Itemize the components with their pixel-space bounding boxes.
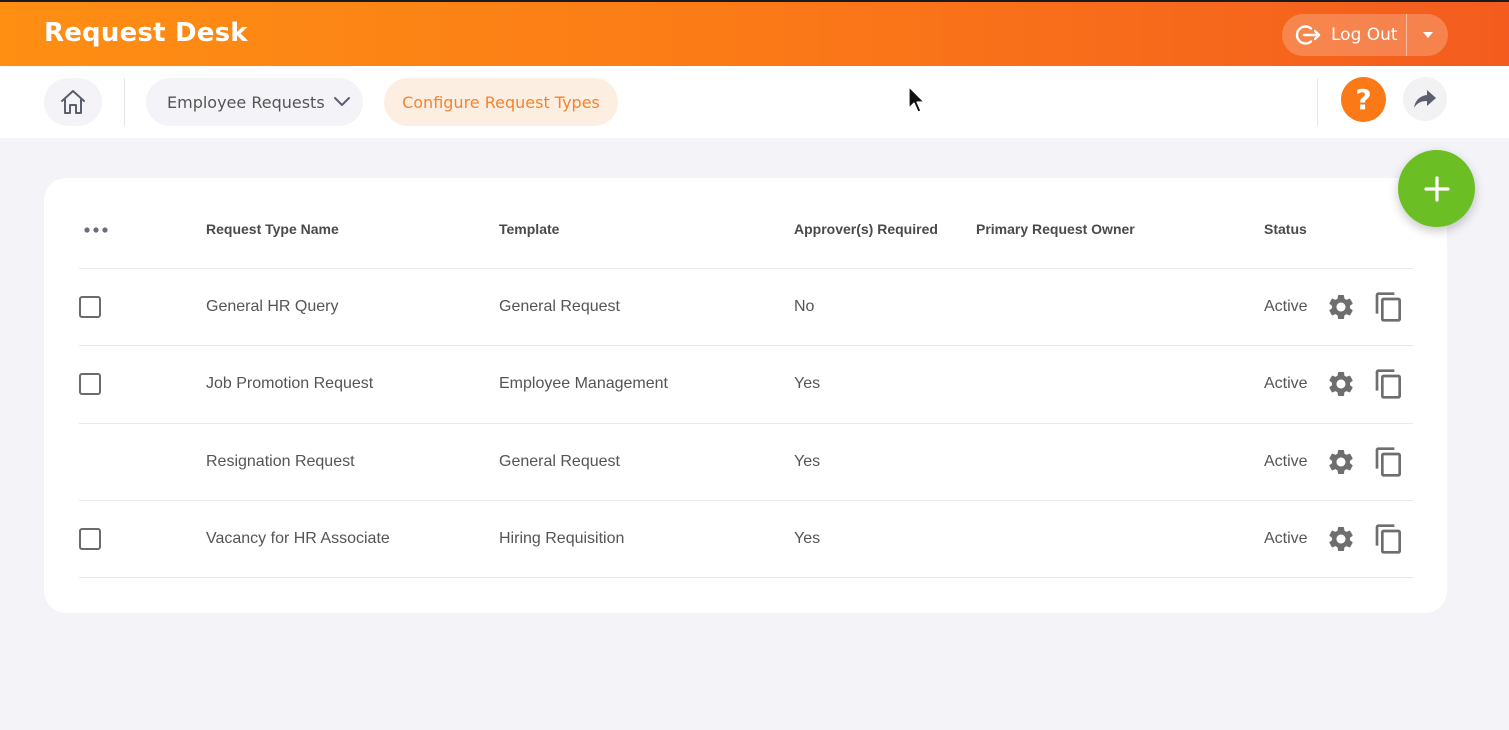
gear-icon[interactable] — [1326, 447, 1356, 477]
row-approver: Yes — [794, 530, 821, 547]
gear-icon[interactable] — [1326, 292, 1356, 322]
logout-group: Log Out — [1282, 14, 1448, 56]
share-arrow-icon — [1414, 90, 1436, 108]
row-name: General HR Query — [206, 298, 339, 315]
column-header-name[interactable]: Request Type Name — [206, 221, 339, 237]
row-checkbox[interactable] — [79, 528, 101, 550]
home-icon — [61, 90, 85, 114]
row-divider — [79, 577, 1413, 578]
logout-label: Log Out — [1331, 25, 1398, 45]
gear-icon[interactable] — [1326, 524, 1356, 554]
plus-icon — [1423, 175, 1450, 202]
row-template: Employee Management — [499, 375, 668, 392]
header-divider — [79, 268, 1413, 269]
row-approver: No — [794, 298, 815, 315]
logout-menu-toggle[interactable] — [1407, 14, 1448, 56]
config-label: Configure Request Types — [402, 92, 600, 112]
logout-button[interactable]: Log Out — [1282, 14, 1406, 56]
column-header-owner[interactable]: Primary Request Owner — [976, 221, 1135, 237]
gear-icon[interactable] — [1326, 369, 1356, 399]
row-template: Hiring Requisition — [499, 530, 625, 547]
nav-separator — [124, 78, 125, 126]
column-header-status[interactable]: Status — [1264, 221, 1307, 237]
logout-icon — [1295, 25, 1321, 45]
row-name: Resignation Request — [206, 453, 355, 470]
row-approver: Yes — [794, 375, 821, 392]
home-button[interactable] — [44, 78, 102, 126]
row-template: General Request — [499, 298, 620, 315]
copy-icon[interactable] — [1373, 291, 1405, 323]
add-request-type-button[interactable] — [1398, 150, 1475, 227]
share-button[interactable] — [1403, 77, 1447, 121]
row-name: Vacancy for HR Associate — [206, 530, 390, 547]
row-checkbox[interactable] — [79, 373, 101, 395]
row-template: General Request — [499, 453, 620, 470]
row-checkbox[interactable] — [79, 296, 101, 318]
copy-icon[interactable] — [1373, 523, 1405, 555]
chevron-down-icon — [333, 97, 350, 106]
question-mark-icon: ? — [1355, 83, 1372, 116]
row-divider — [79, 500, 1413, 501]
more-options-icon[interactable] — [84, 227, 108, 233]
configure-request-types-tab[interactable]: Configure Request Types — [384, 78, 618, 126]
app-title: Request Desk — [44, 18, 248, 48]
row-divider — [79, 423, 1413, 424]
row-status: Active — [1264, 375, 1308, 392]
row-approver: Yes — [794, 453, 821, 470]
help-button[interactable]: ? — [1341, 77, 1386, 122]
row-name: Job Promotion Request — [206, 375, 374, 392]
copy-icon[interactable] — [1373, 368, 1405, 400]
row-divider — [79, 345, 1413, 346]
row-status: Active — [1264, 530, 1308, 547]
dropdown-label: Employee Requests — [167, 92, 325, 112]
row-status: Active — [1264, 298, 1308, 315]
row-status: Active — [1264, 453, 1308, 470]
column-header-approvers[interactable]: Approver(s) Required — [794, 221, 938, 237]
column-header-template[interactable]: Template — [499, 221, 559, 237]
nav-bar: Employee Requests Configure Request Type… — [0, 66, 1509, 138]
copy-icon[interactable] — [1373, 446, 1405, 478]
caret-down-icon — [1422, 32, 1433, 38]
top-bar: Request Desk Log Out — [0, 0, 1509, 66]
mouse-cursor-icon — [908, 86, 925, 113]
employee-requests-dropdown[interactable]: Employee Requests — [146, 78, 363, 126]
nav-separator — [1317, 78, 1318, 126]
